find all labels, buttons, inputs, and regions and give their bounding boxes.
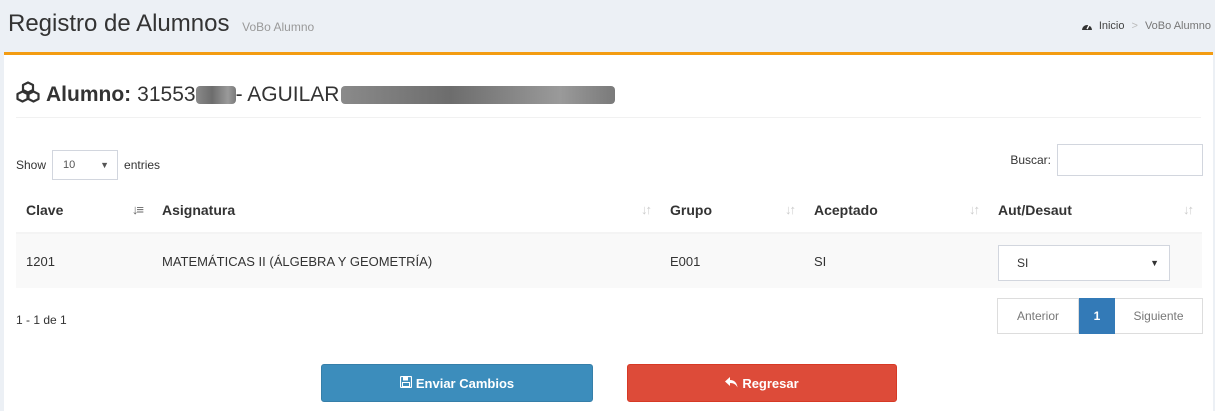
content-header: Registro de Alumnos VoBo Alumno Inicio >… (0, 0, 1215, 52)
search-label: Buscar: (1010, 153, 1051, 167)
page-title: Registro de Alumnos VoBo Alumno (8, 10, 314, 38)
main-box: Alumno: 31553 - AGUILAR Show 10 ▼ entrie… (4, 52, 1213, 411)
search-area: Buscar: (1010, 144, 1203, 176)
column-header-label: Aut/Desaut (998, 202, 1072, 218)
breadcrumb-separator: > (1131, 20, 1138, 32)
student-title: Alumno: 31553 - AGUILAR (16, 81, 616, 109)
entries-value: 10 (63, 159, 76, 171)
student-label: Alumno: (46, 83, 132, 106)
caret-down-icon: ▼ (100, 160, 110, 170)
student-id: 31553 (137, 83, 196, 106)
sort-icon: ↓↑ (641, 202, 652, 217)
sort-icon: ↓↑ (969, 202, 980, 217)
pagination-previous[interactable]: Anterior (997, 298, 1079, 334)
breadcrumb: Inicio > VoBo Alumno (1081, 20, 1211, 32)
page-subtitle: VoBo Alumno (242, 20, 315, 34)
aut-desaut-value: SI (1017, 256, 1029, 270)
search-input[interactable] (1057, 144, 1203, 176)
column-header-grupo[interactable]: Grupo ↓↑ (660, 188, 804, 234)
column-header-aceptado[interactable]: Aceptado ↓↑ (804, 188, 988, 234)
cell-aut-desaut: SI ▼ (988, 233, 1202, 288)
cubes-icon (16, 81, 40, 109)
column-header-label: Aceptado (814, 202, 878, 218)
page-title-text: Registro de Alumnos (8, 10, 230, 37)
send-changes-button[interactable]: Enviar Cambios (321, 364, 593, 402)
column-header-aut-desaut[interactable]: Aut/Desaut ↓↑ (988, 188, 1202, 234)
redacted-id (195, 86, 236, 104)
aut-desaut-select[interactable]: SI ▼ (998, 245, 1170, 281)
column-header-label: Clave (26, 202, 64, 218)
entries-label: entries (124, 158, 161, 172)
title-divider (16, 117, 1201, 118)
send-changes-label: Enviar Cambios (415, 375, 515, 391)
table-row: 1201 MATEMÁTICAS II (ÁLGEBRA Y GEOMETRÍA… (16, 233, 1202, 288)
sort-ascending-icon: ↓≡ (131, 202, 144, 217)
back-button[interactable]: Regresar (627, 364, 897, 402)
breadcrumb-current: VoBo Alumno (1144, 20, 1211, 32)
entries-select[interactable]: 10 ▼ (52, 150, 119, 180)
show-label: Show (16, 158, 47, 172)
caret-down-icon: ▼ (1150, 258, 1159, 268)
reply-arrow-icon (725, 376, 738, 391)
table-info: 1 - 1 de 1 (16, 313, 67, 327)
cell-clave: 1201 (16, 233, 152, 288)
column-header-label: Asignatura (162, 202, 236, 218)
sort-icon: ↓↑ (1183, 202, 1194, 217)
table-header-row: Clave ↓≡ Asignatura ↓↑ Grupo ↓↑ Aceptado… (16, 188, 1202, 234)
column-header-clave[interactable]: Clave ↓≡ (16, 188, 152, 234)
entries-control: Show 10 ▼ entries (16, 150, 160, 180)
pagination-page-1[interactable]: 1 (1079, 298, 1115, 334)
pagination-next[interactable]: Siguiente (1115, 298, 1203, 334)
redacted-name (341, 86, 616, 104)
column-header-label: Grupo (670, 202, 712, 218)
dashboard-icon (1081, 21, 1093, 31)
breadcrumb-home-link[interactable]: Inicio (1099, 20, 1125, 32)
floppy-disk-icon (399, 375, 412, 391)
subjects-table: Clave ↓≡ Asignatura ↓↑ Grupo ↓↑ Aceptado… (16, 188, 1202, 288)
cell-aceptado: SI (804, 233, 988, 288)
back-label: Regresar (742, 375, 799, 391)
sort-icon: ↓↑ (785, 202, 796, 217)
cell-asignatura: MATEMÁTICAS II (ÁLGEBRA Y GEOMETRÍA) (152, 233, 660, 288)
pagination: Anterior 1 Siguiente (997, 298, 1203, 334)
column-header-asignatura[interactable]: Asignatura ↓↑ (152, 188, 660, 234)
student-name: - AGUILAR (235, 83, 340, 106)
cell-grupo: E001 (660, 233, 804, 288)
